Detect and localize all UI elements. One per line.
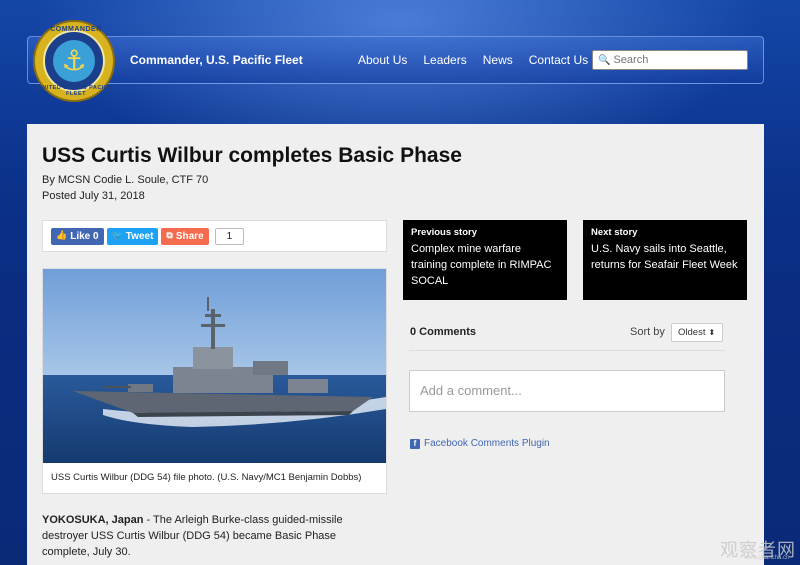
article-title: USS Curtis Wilbur completes Basic Phase [42,144,462,167]
next-story-card[interactable]: Next story U.S. Navy sails into Seattle,… [583,220,747,300]
article-photo-box: USS Curtis Wilbur (DDG 54) file photo. (… [42,268,387,494]
comments-count: 0 Comments [410,326,477,338]
site-title[interactable]: Commander, U.S. Pacific Fleet [130,53,303,67]
main-nav: About Us Leaders News Contact Us [358,53,604,67]
share-count: 1 [214,227,245,245]
nav-leaders[interactable]: Leaders [423,53,466,67]
anchor-icon: ⚓ [53,40,95,82]
logo-text-bottom: UNITED STATES PACIFIC FLEET [37,85,115,97]
sort-arrows-icon: ⬍ [708,328,716,337]
nav-contact-us[interactable]: Contact Us [529,53,588,67]
article-date: Posted July 31, 2018 [42,190,145,202]
search-icon[interactable]: 🔍 [598,55,610,66]
facebook-icon: f [410,438,420,449]
next-story-label: Next story [591,227,638,238]
sort-by-label: Sort by [630,326,665,338]
article-byline: By MCSN Codie L. Soule, CTF 70 [42,174,209,186]
sort-select[interactable]: Oldest ⬍ [671,323,723,342]
comment-input[interactable]: Add a comment... [409,370,725,412]
photo-caption: USS Curtis Wilbur (DDG 54) file photo. (… [51,472,362,483]
share-bar: 👍 Like 0 🐦 Tweet ⧉ Share 1 [42,220,387,252]
search-box: 🔍 [592,50,749,70]
facebook-like-button[interactable]: 👍 Like 0 [51,227,104,245]
fleet-logo[interactable]: COMMANDER ⚓ UNITED STATES PACIFIC FLEET [33,20,115,102]
previous-story-card[interactable]: Previous story Complex mine warfare trai… [403,220,567,300]
facebook-comments-plugin-link[interactable]: f Facebook Comments Plugin [410,438,550,449]
previous-story-title[interactable]: Complex mine warfare training complete i… [411,241,559,289]
thumbs-up-icon: 👍 [56,231,68,241]
share-icon: ⧉ [166,231,173,241]
watermark-url: www.guancha.cn [744,555,790,561]
tweet-button[interactable]: 🐦 Tweet [106,227,159,245]
nav-about-us[interactable]: About Us [358,53,407,67]
sort-selected-value: Oldest [678,327,706,338]
plugin-label: Facebook Comments Plugin [424,438,550,449]
comments-divider [409,350,725,351]
like-label: Like 0 [70,230,99,242]
logo-emblem: ⚓ [43,30,105,92]
share-label: Share [175,230,204,242]
twitter-icon: 🐦 [111,231,123,241]
previous-story-label: Previous story [411,227,477,238]
next-story-title[interactable]: U.S. Navy sails into Seattle, returns fo… [591,241,739,273]
main-content: USS Curtis Wilbur completes Basic Phase … [27,124,764,565]
search-input[interactable] [613,54,749,66]
article-body: YOKOSUKA, Japan - The Arleigh Burke-clas… [42,512,362,560]
share-button[interactable]: ⧉ Share [161,227,209,245]
nav-news[interactable]: News [483,53,513,67]
ship-photo[interactable] [43,269,386,463]
logo-text-top: COMMANDER [50,26,102,33]
dateline: YOKOSUKA, Japan [42,514,144,526]
tweet-label: Tweet [125,230,154,242]
